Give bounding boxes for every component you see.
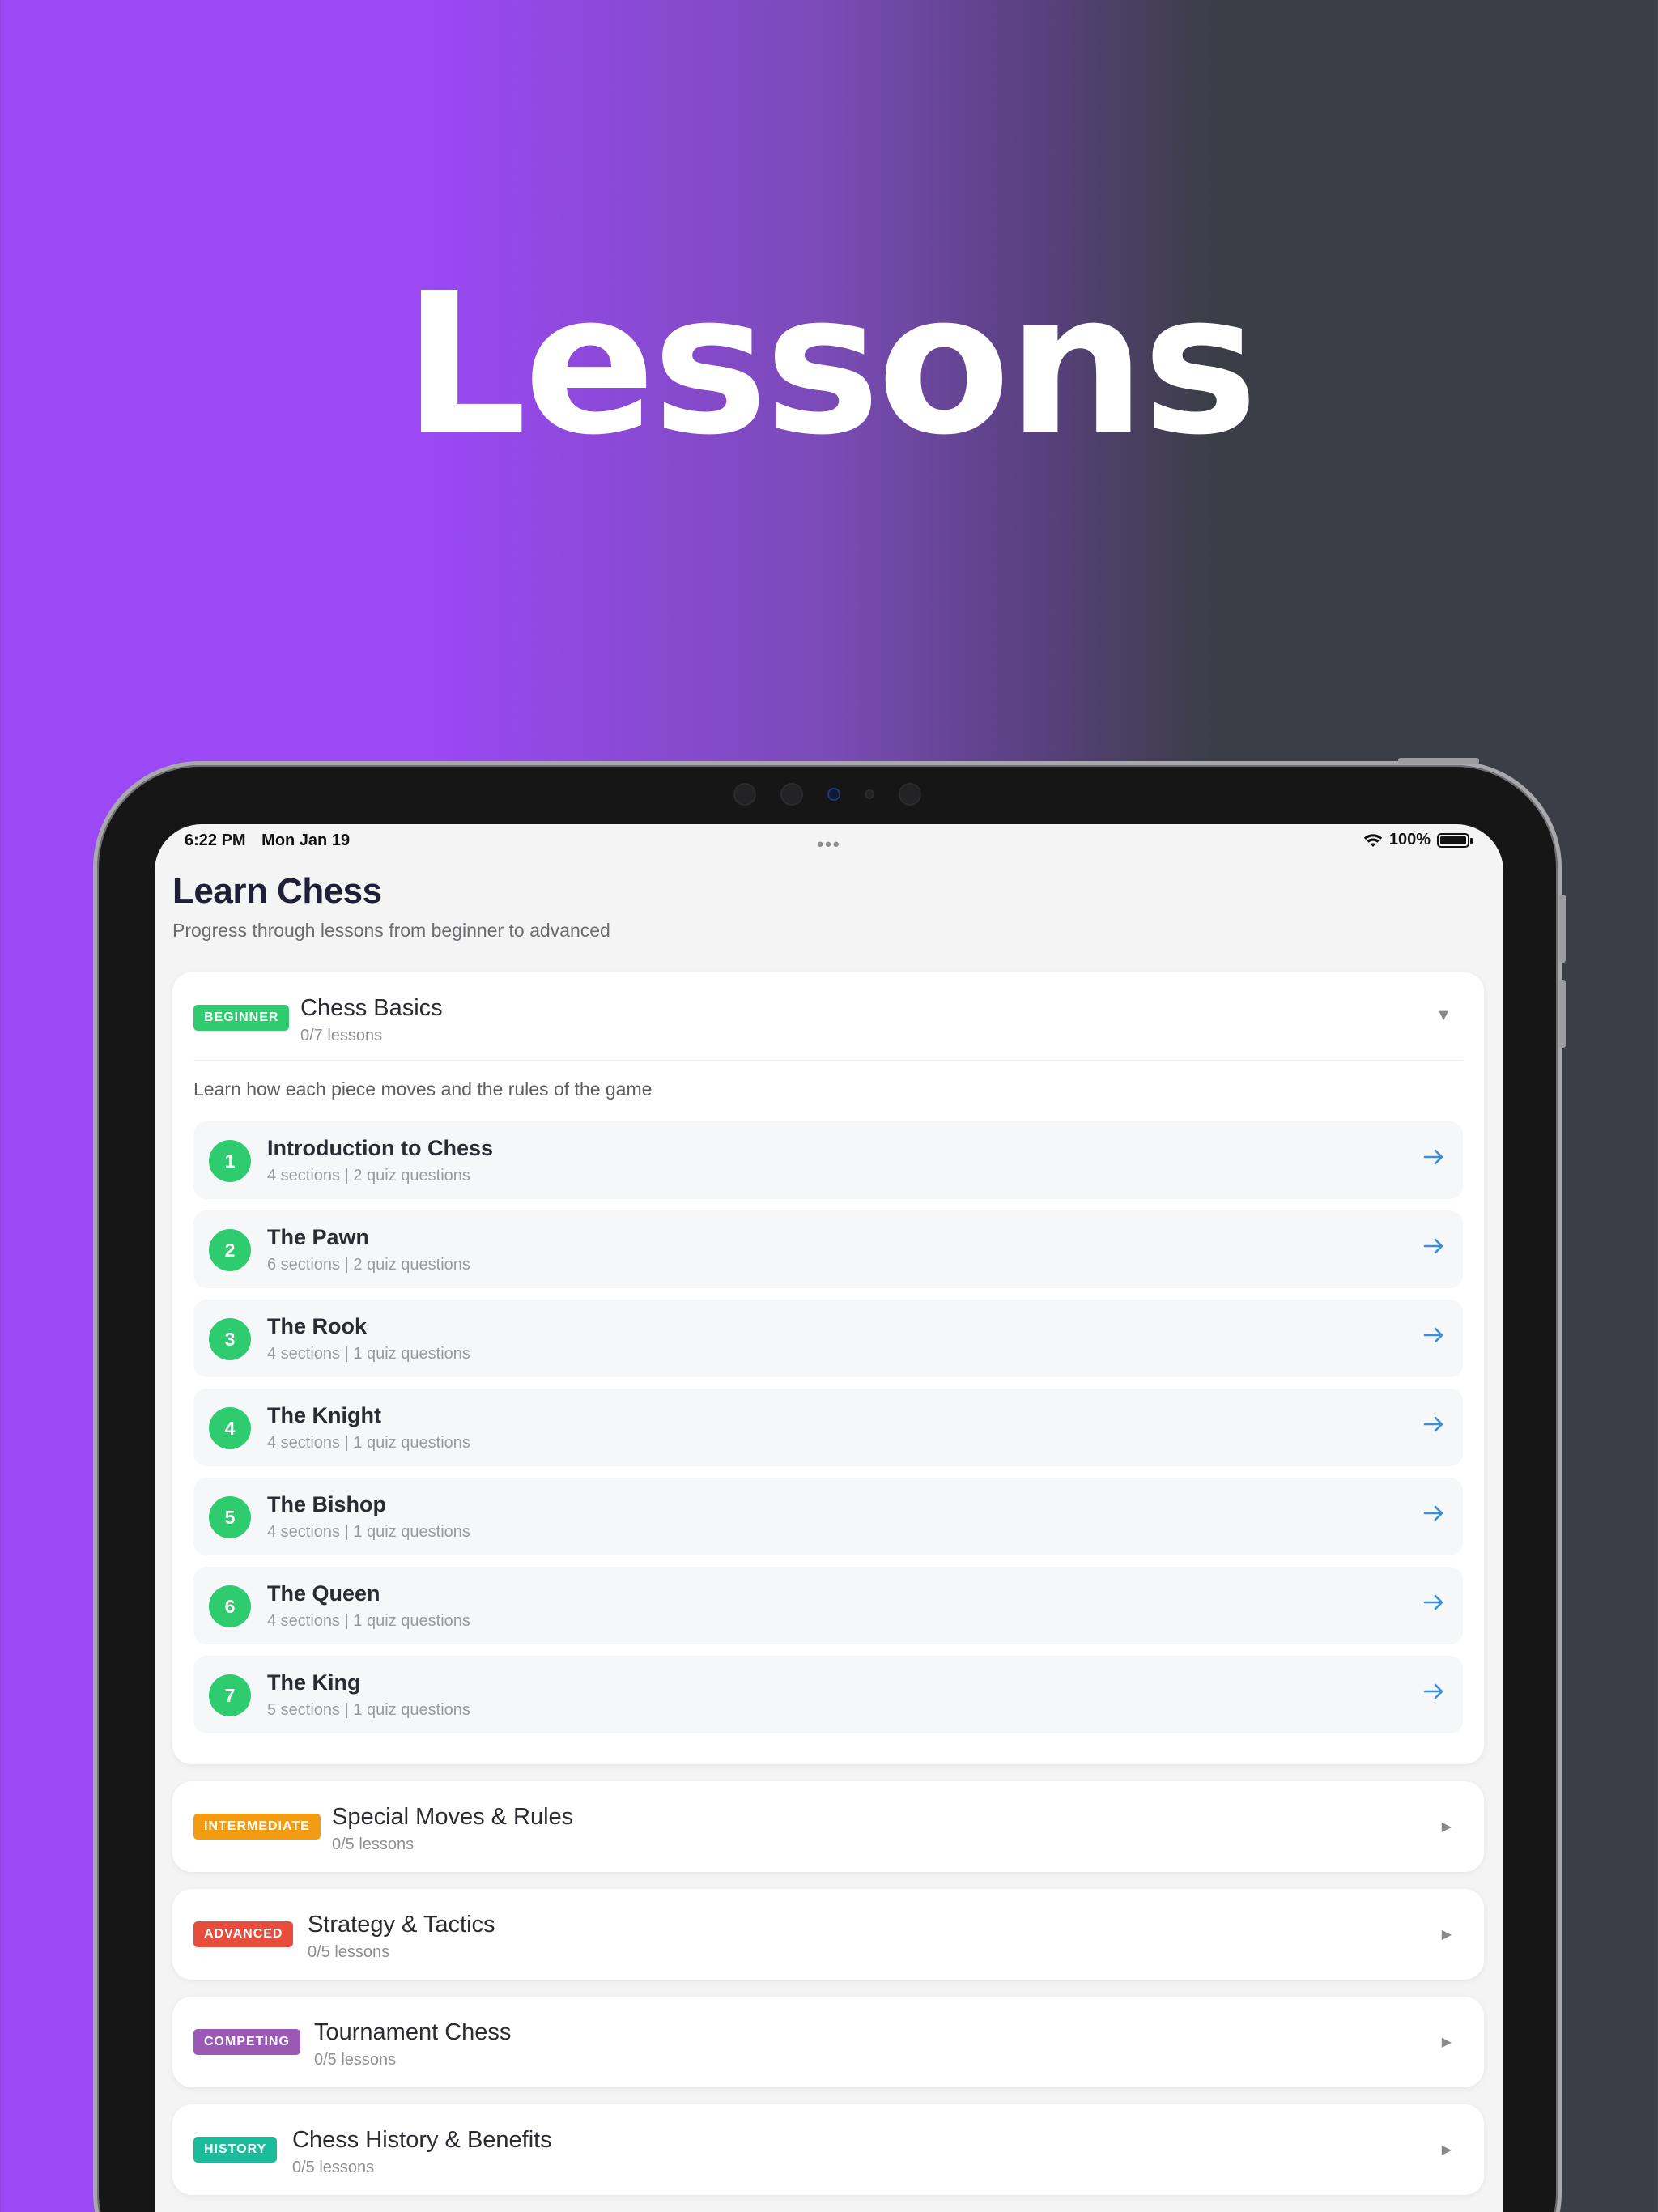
battery-percent: 100% [1388, 831, 1431, 849]
lesson-meta: 4 sections | 1 quiz questions [267, 1434, 470, 1452]
arrow-right-icon[interactable] [1421, 1500, 1447, 1526]
chevron-right-icon[interactable]: ▶ [1442, 2142, 1452, 2158]
sensor-icon [733, 783, 756, 806]
lesson-number: 1 [209, 1140, 251, 1182]
arrow-right-icon[interactable] [1421, 1322, 1447, 1348]
lesson-row[interactable]: 4 The Knight 4 sections | 1 quiz questio… [193, 1389, 1463, 1466]
arrow-right-icon[interactable] [1421, 1233, 1447, 1259]
level-description: Learn how each piece moves and the rules… [193, 1078, 653, 1100]
lesson-title: The Queen [267, 1581, 380, 1606]
sensor-icon [899, 783, 921, 806]
arrow-right-icon[interactable] [1421, 1589, 1447, 1615]
chevron-right-icon[interactable]: ▶ [1442, 2034, 1452, 2050]
level-lesson-count: 0/5 lessons [314, 2051, 397, 2069]
battery-fill [1440, 836, 1466, 844]
lesson-meta: 4 sections | 1 quiz questions [267, 1523, 470, 1541]
status-time: 6:22 PM [185, 832, 246, 849]
level-lesson-count: 0/5 lessons [308, 1943, 390, 1961]
lesson-title: The King [267, 1670, 361, 1695]
sensor-icon [865, 789, 874, 799]
lesson-row[interactable]: 2 The Pawn 6 sections | 2 quiz questions [193, 1210, 1463, 1288]
level-title: Chess History & Benefits [292, 2127, 552, 2153]
level-lesson-count: 0/7 lessons [300, 1027, 383, 1044]
level-card-competing[interactable]: COMPETING Tournament Chess 0/5 lessons ▶ [172, 1997, 1484, 2087]
lesson-row[interactable]: 6 The Queen 4 sections | 1 quiz question… [193, 1567, 1463, 1644]
level-card-history[interactable]: HISTORY Chess History & Benefits 0/5 les… [172, 2104, 1484, 2195]
lesson-number: 3 [209, 1318, 251, 1360]
level-title: Strategy & Tactics [308, 1912, 495, 1938]
lesson-title: The Pawn [267, 1225, 370, 1249]
lesson-meta: 5 sections | 1 quiz questions [267, 1701, 470, 1719]
arrow-right-icon[interactable] [1421, 1678, 1447, 1704]
app-screen: 6:22 PM Mon Jan 19 ••• 100% Learn Chess … [155, 824, 1503, 2212]
lesson-meta: 6 sections | 2 quiz questions [267, 1256, 470, 1274]
level-badge: INTERMEDIATE [193, 1814, 321, 1840]
level-title: Tournament Chess [314, 2019, 512, 2045]
multitasking-dots[interactable]: ••• [817, 834, 840, 855]
lesson-number: 6 [209, 1585, 251, 1627]
top-button [1398, 758, 1479, 764]
level-badge: COMPETING [193, 2029, 300, 2055]
level-title: Special Moves & Rules [332, 1804, 574, 1830]
level-card-intermediate[interactable]: INTERMEDIATE Special Moves & Rules 0/5 l… [172, 1781, 1484, 1872]
lesson-meta: 4 sections | 2 quiz questions [267, 1167, 470, 1185]
lesson-list: 1 Introduction to Chess 4 sections | 2 q… [172, 1100, 1484, 1764]
level-card-beginner: BEGINNER Chess Basics 0/7 lessons ▼ Lear… [172, 972, 1484, 1764]
lesson-row[interactable]: 5 The Bishop 4 sections | 1 quiz questio… [193, 1478, 1463, 1555]
wifi-icon [1363, 833, 1383, 847]
volume-up-button [1559, 895, 1566, 963]
level-title: Chess Basics [300, 995, 443, 1021]
level-lesson-count: 0/5 lessons [292, 2159, 375, 2176]
level-header-beginner[interactable]: BEGINNER Chess Basics 0/7 lessons ▼ [172, 972, 1484, 1060]
hero-title: Lessons [403, 251, 1258, 478]
lesson-number: 5 [209, 1496, 251, 1538]
lesson-title: The Rook [267, 1314, 368, 1338]
level-header-history[interactable]: HISTORY Chess History & Benefits 0/5 les… [172, 2104, 1484, 2192]
lesson-meta: 4 sections | 1 quiz questions [267, 1345, 470, 1363]
lesson-number: 4 [209, 1407, 251, 1449]
status-bar: 6:22 PM Mon Jan 19 ••• 100% [155, 824, 1503, 858]
level-badge: ADVANCED [193, 1921, 294, 1947]
chevron-down-icon[interactable]: ▼ [1435, 1006, 1452, 1025]
page-title: Learn Chess [172, 871, 382, 911]
arrow-right-icon[interactable] [1421, 1411, 1447, 1437]
camera-icon [827, 788, 840, 801]
chevron-right-icon[interactable]: ▶ [1442, 1819, 1452, 1835]
page-header: Learn Chess Progress through lessons fro… [172, 871, 610, 942]
sensor-icon [780, 783, 803, 806]
lesson-title: The Bishop [267, 1492, 386, 1516]
status-date: Mon Jan 19 [261, 832, 351, 849]
page-subtitle: Progress through lessons from beginner t… [172, 920, 610, 941]
level-card-advanced[interactable]: ADVANCED Strategy & Tactics 0/5 lessons … [172, 1889, 1484, 1980]
level-lesson-count: 0/5 lessons [332, 1836, 414, 1853]
lesson-number: 2 [209, 1229, 251, 1271]
lesson-row[interactable]: 7 The King 5 sections | 1 quiz questions [193, 1656, 1463, 1733]
level-badge: HISTORY [193, 2137, 278, 2163]
lesson-row[interactable]: 3 The Rook 4 sections | 1 quiz questions [193, 1300, 1463, 1377]
lesson-number: 7 [209, 1674, 251, 1716]
level-header-intermediate[interactable]: INTERMEDIATE Special Moves & Rules 0/5 l… [172, 1781, 1484, 1869]
lesson-meta: 4 sections | 1 quiz questions [267, 1612, 470, 1630]
lesson-row[interactable]: 1 Introduction to Chess 4 sections | 2 q… [193, 1121, 1463, 1199]
level-header-advanced[interactable]: ADVANCED Strategy & Tactics 0/5 lessons … [172, 1889, 1484, 1976]
volume-down-button [1559, 980, 1566, 1048]
level-badge: BEGINNER [193, 1005, 290, 1031]
lesson-title: The Knight [267, 1403, 381, 1427]
chevron-right-icon[interactable]: ▶ [1442, 1926, 1452, 1942]
arrow-right-icon[interactable] [1421, 1144, 1447, 1170]
camera-bar [733, 783, 921, 806]
level-header-competing[interactable]: COMPETING Tournament Chess 0/5 lessons ▶ [172, 1997, 1484, 2084]
lesson-title: Introduction to Chess [267, 1136, 493, 1160]
battery-icon [1437, 832, 1473, 848]
